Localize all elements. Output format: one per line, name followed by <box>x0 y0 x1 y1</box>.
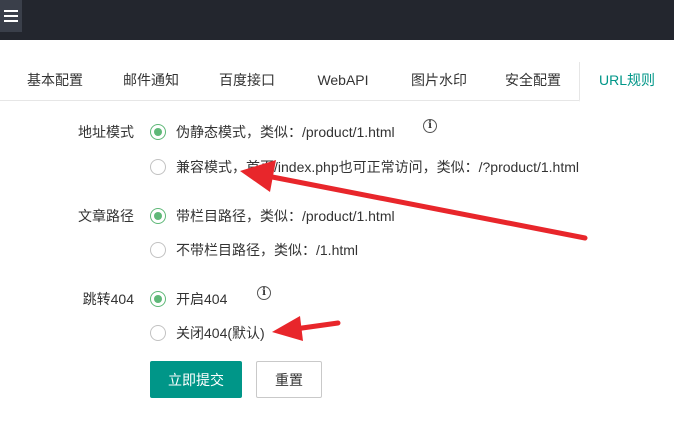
arrow-icon <box>240 160 588 241</box>
arrow-icon <box>272 316 341 341</box>
annotation-arrows <box>240 160 588 341</box>
